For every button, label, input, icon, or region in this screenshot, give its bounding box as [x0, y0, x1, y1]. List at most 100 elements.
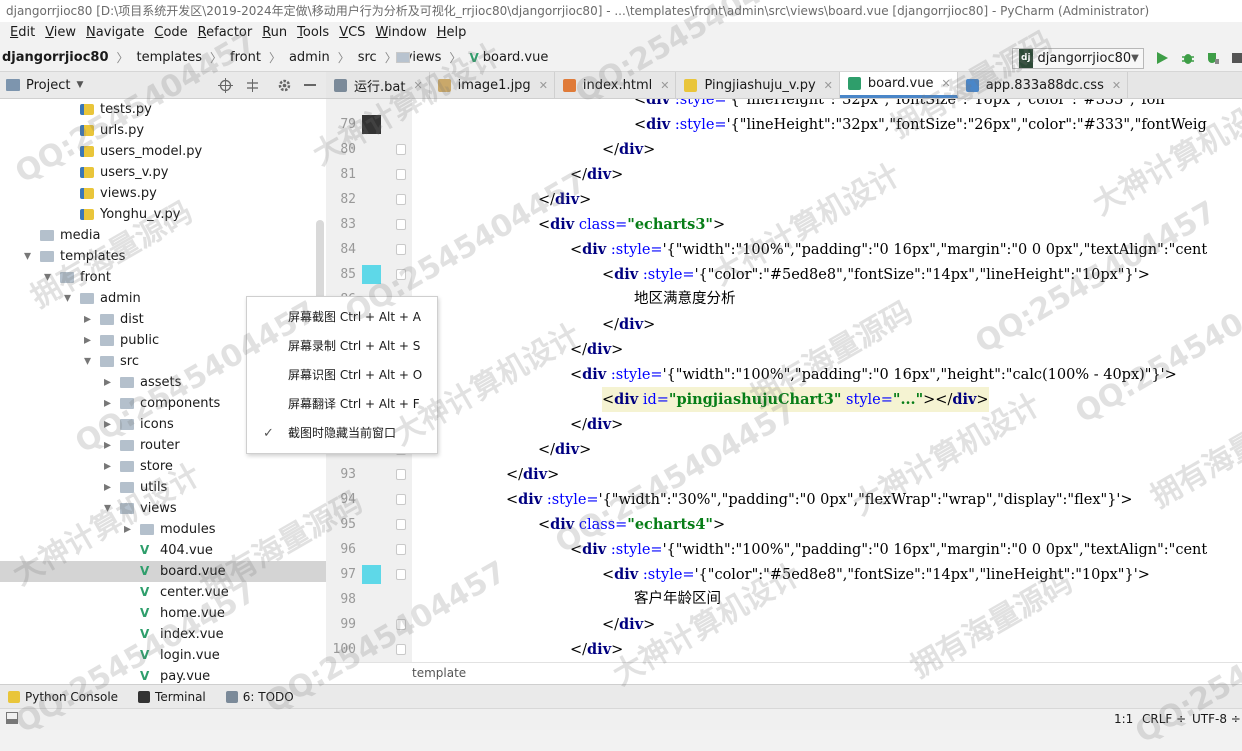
fold-marker-icon[interactable]	[396, 244, 406, 255]
breadcrumb-item[interactable]: front	[230, 50, 410, 65]
fold-marker-icon[interactable]	[396, 544, 406, 555]
tree-item[interactable]: ▾ templates	[0, 246, 326, 267]
fold-marker-icon[interactable]	[396, 469, 406, 480]
close-icon[interactable]: ✕	[824, 79, 833, 92]
editor-tab[interactable]: board.vue ✕	[839, 72, 958, 98]
tree-item[interactable]: Vcenter.vue	[0, 582, 326, 603]
chevron-right-icon[interactable]: ▸	[104, 414, 114, 435]
context-menu-item[interactable]: 屏幕截图 Ctrl + Alt + A	[247, 303, 437, 332]
breadcrumb-item[interactable]: admin	[289, 50, 410, 65]
breadcrumb-item[interactable]: djangorrjioc80	[2, 50, 109, 65]
chevron-right-icon[interactable]: ▸	[104, 372, 114, 393]
tree-item[interactable]: users_model.py	[0, 141, 326, 162]
menu-item-view[interactable]: View	[41, 22, 82, 44]
menu-item-window[interactable]: Window	[371, 22, 432, 44]
chevron-down-icon[interactable]: ▾	[84, 351, 94, 372]
code-line[interactable]: </div>	[570, 637, 623, 662]
collapse-all-icon[interactable]	[245, 78, 260, 97]
editor-tab[interactable]: index.html ✕	[555, 72, 677, 98]
chevron-right-icon[interactable]: ▸	[104, 456, 114, 477]
code-line[interactable]: <div :style='{"lineHeight":"32px","fontS…	[634, 99, 1165, 112]
menu-item-navigate[interactable]: Navigate	[82, 22, 150, 44]
code-line[interactable]: <div :style='{"width":"100%","padding":"…	[570, 537, 1207, 562]
fold-marker-icon[interactable]	[396, 169, 406, 180]
tree-item[interactable]: ▸ utils	[0, 477, 326, 498]
file-encoding[interactable]: UTF-8 ÷	[1192, 712, 1241, 726]
tree-item[interactable]: Vlogin.vue	[0, 645, 326, 666]
chevron-down-icon[interactable]: ▾	[44, 267, 54, 288]
chevron-right-icon[interactable]: ▸	[84, 330, 94, 351]
tree-item[interactable]: Vboard.vue	[0, 561, 326, 582]
run-icon[interactable]	[1155, 51, 1169, 65]
tree-item[interactable]: V 404.vue	[0, 540, 326, 561]
menu-item-tools[interactable]: Tools	[293, 22, 335, 44]
context-menu-item[interactable]: 屏幕录制 Ctrl + Alt + S	[247, 332, 437, 361]
fold-marker-icon[interactable]	[396, 619, 406, 630]
editor-tab[interactable]: app.833a88dc.css ✕	[958, 72, 1129, 98]
color-swatch[interactable]	[362, 265, 381, 284]
code-line[interactable]: </div>	[570, 162, 623, 187]
chevron-right-icon[interactable]: ▸	[104, 435, 114, 456]
fold-marker-icon[interactable]	[396, 144, 406, 155]
tree-item[interactable]: ▸ store	[0, 456, 326, 477]
code-line[interactable]: </div>	[538, 437, 591, 462]
tree-item[interactable]: users_v.py	[0, 162, 326, 183]
breadcrumb-item[interactable]: Vboard.vue	[469, 50, 548, 65]
tree-item[interactable]: tests.py	[0, 99, 326, 120]
fold-marker-icon[interactable]	[396, 194, 406, 205]
gear-icon[interactable]	[277, 78, 292, 97]
tree-item[interactable]: Vhome.vue	[0, 603, 326, 624]
editor-tab[interactable]: 运行.bat ✕	[326, 72, 430, 98]
breadcrumb-item[interactable]: templates	[137, 50, 410, 65]
tree-item[interactable]: Vpay.vue	[0, 666, 326, 684]
code-line[interactable]: <div :style='{"width":"30%","padding":"0…	[506, 487, 1133, 512]
caret-position[interactable]: 1:1	[1114, 712, 1133, 726]
code-viewport[interactable]: <div :style='{"lineHeight":"32px","fontS…	[412, 99, 1242, 662]
line-separator[interactable]: CRLF ÷	[1142, 712, 1186, 726]
menu-item-help[interactable]: Help	[433, 22, 473, 44]
fold-marker-icon[interactable]	[396, 219, 406, 230]
chevron-down-icon[interactable]: ▾	[104, 498, 114, 519]
code-line[interactable]: </div>	[570, 412, 623, 437]
code-line[interactable]: <div :style='{"color":"#5ed8e8","fontSiz…	[602, 562, 1150, 587]
code-line[interactable]: <div class="echarts4">	[538, 512, 725, 537]
breadcrumb-item[interactable]: src	[358, 50, 410, 65]
code-line[interactable]: </div>	[506, 462, 559, 487]
tree-item[interactable]: ▸ modules	[0, 519, 326, 540]
code-line[interactable]: </div>	[570, 337, 623, 362]
fold-marker-icon[interactable]	[396, 519, 406, 530]
breadcrumb-item[interactable]: views	[396, 50, 441, 65]
code-line[interactable]: <div :style='{"width":"100%","padding":"…	[570, 362, 1177, 387]
code-line[interactable]: 客户年龄区间	[634, 587, 721, 612]
menu-item-edit[interactable]: Edit	[6, 22, 41, 44]
debug-icon[interactable]	[1181, 51, 1195, 65]
status-panel-icon[interactable]	[6, 712, 18, 727]
code-line[interactable]: <div class="echarts3">	[538, 212, 725, 237]
profile-icon[interactable]	[1231, 51, 1242, 65]
chevron-down-icon[interactable]: ▼	[76, 80, 83, 90]
close-icon[interactable]: ✕	[1112, 79, 1121, 92]
chevron-down-icon[interactable]: ▾	[24, 246, 34, 267]
code-line[interactable]: <div :style='{"width":"100%","padding":"…	[570, 237, 1207, 262]
code-line[interactable]: 地区满意度分析	[634, 287, 736, 312]
close-icon[interactable]: ✕	[660, 79, 669, 92]
tool-window-button[interactable]: Terminal	[138, 690, 206, 704]
code-line[interactable]: </div>	[602, 612, 655, 637]
color-swatch[interactable]	[362, 115, 381, 134]
chevron-right-icon[interactable]: ▸	[124, 519, 134, 540]
tool-window-button[interactable]: 6: TODO	[225, 690, 294, 704]
run-configuration-select[interactable]: dj djangorrjioc80 ▼	[1012, 48, 1144, 69]
code-line[interactable]: </div>	[538, 187, 591, 212]
editor-breadcrumb[interactable]: template	[326, 662, 1242, 684]
chevron-right-icon[interactable]: ▸	[104, 393, 114, 414]
tool-window-button[interactable]: Python Console	[8, 690, 118, 704]
chevron-right-icon[interactable]: ▸	[84, 309, 94, 330]
coverage-icon[interactable]	[1206, 51, 1220, 65]
color-swatch[interactable]	[362, 565, 381, 584]
code-line[interactable]: <div :style='{"color":"#5ed8e8","fontSiz…	[602, 262, 1150, 287]
tree-item[interactable]: media	[0, 225, 326, 246]
close-icon[interactable]: ✕	[941, 77, 950, 90]
context-menu-item[interactable]: 屏幕识图 Ctrl + Alt + O	[247, 361, 437, 390]
code-line[interactable]: <div :style='{"lineHeight":"32px","fontS…	[634, 112, 1207, 137]
fold-marker-icon[interactable]	[396, 569, 406, 580]
